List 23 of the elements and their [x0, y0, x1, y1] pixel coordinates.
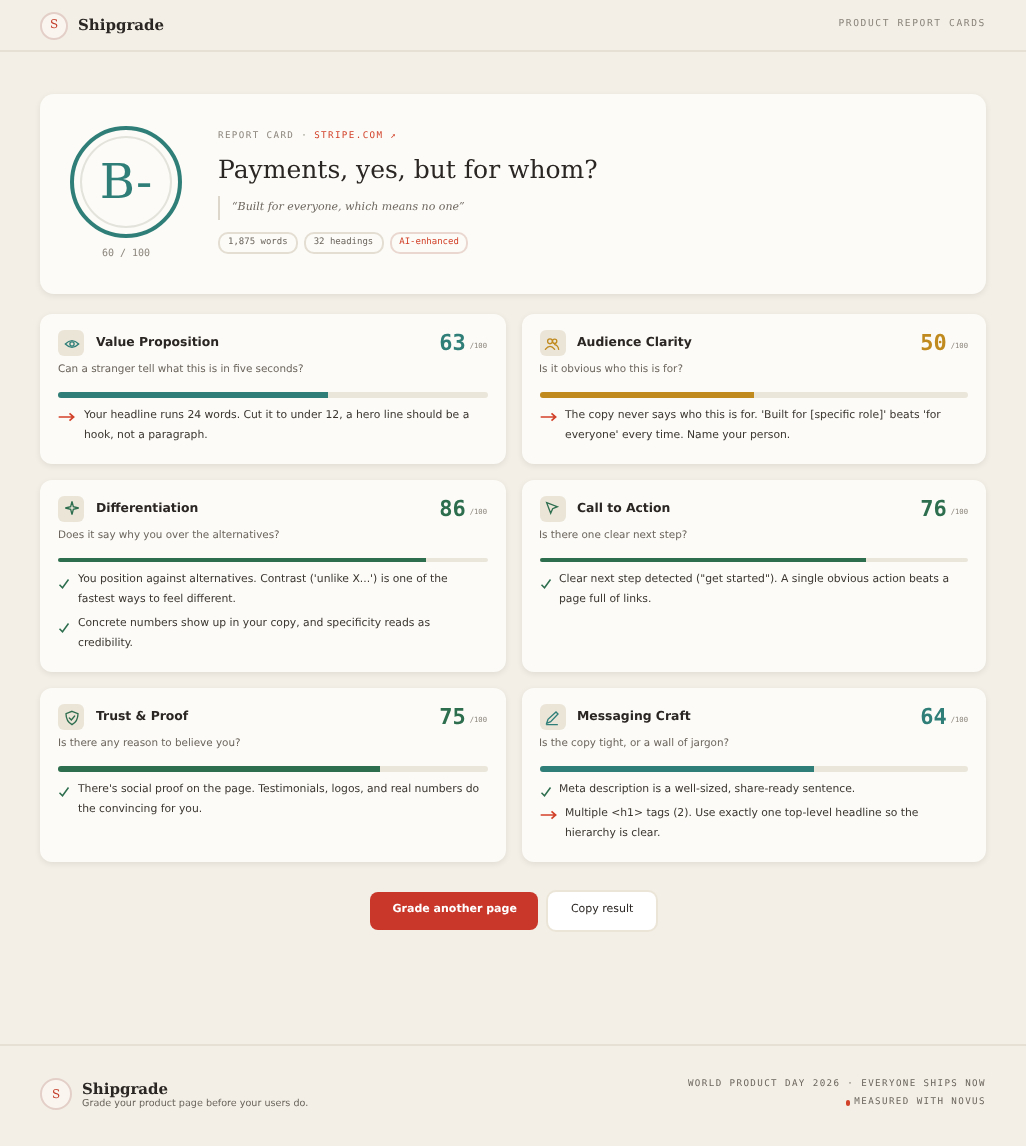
pencil-icon	[539, 704, 565, 730]
eye-icon	[58, 330, 84, 356]
report-title: Payments, yes, but for whom?	[218, 154, 598, 184]
people-icon	[539, 330, 565, 356]
category-score: 86	[439, 495, 466, 521]
category-score: 64	[920, 704, 947, 730]
arrow-icon	[58, 412, 76, 422]
grade-badge: B-	[70, 126, 182, 238]
shield-icon	[58, 704, 84, 730]
check-icon	[58, 786, 70, 798]
check-icon	[539, 577, 551, 589]
category-score: 75	[439, 704, 466, 730]
arrow-icon	[539, 810, 557, 820]
cursor-icon	[539, 495, 565, 521]
check-icon	[58, 621, 70, 633]
category-score: 76	[920, 495, 947, 521]
check-icon	[539, 786, 551, 798]
category-score: 63	[439, 330, 466, 356]
arrow-icon	[539, 412, 557, 422]
status-dot-icon	[845, 1100, 851, 1106]
sparkle-icon	[58, 495, 84, 521]
check-icon	[58, 577, 70, 589]
category-score: 50	[920, 330, 947, 356]
